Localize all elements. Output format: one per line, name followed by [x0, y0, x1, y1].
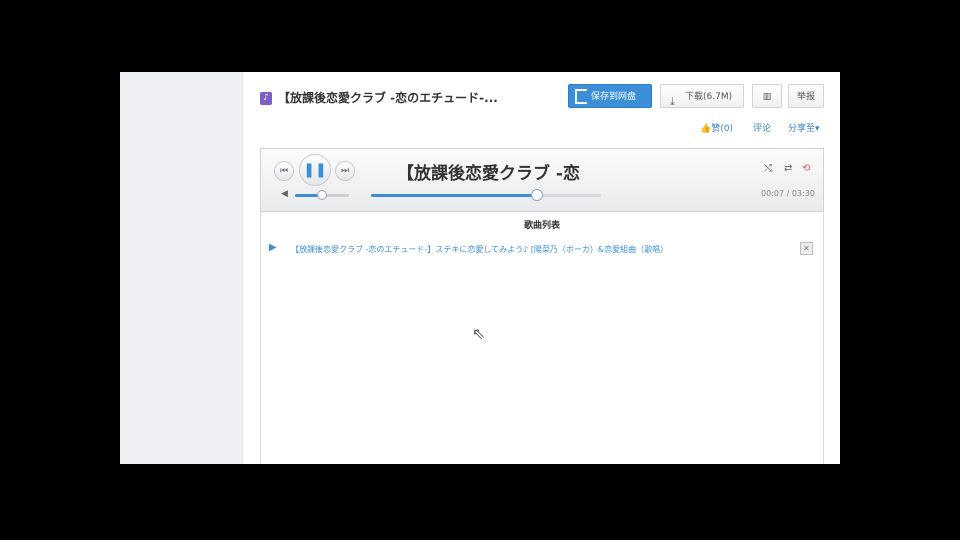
progress-knob[interactable]	[530, 189, 543, 201]
shuffle-icon[interactable]: ⤭	[764, 163, 772, 174]
playlist-panel: 歌曲列表 ▶ 【放課後恋愛クラブ -恋のエチュード-】ステキに恋愛してみよう♪ …	[260, 212, 824, 464]
music-file-icon: ♪	[260, 92, 272, 105]
mouse-cursor-icon: ⇖	[472, 324, 486, 343]
save-to-netdisk-button[interactable]: 保存到网盘	[568, 84, 652, 108]
repeat-icon[interactable]: ⟲	[802, 163, 810, 174]
report-button[interactable]: 举报	[788, 84, 824, 108]
like-link[interactable]: 👍赞(0)	[700, 121, 733, 134]
grid-icon: ▥	[762, 92, 772, 102]
comment-link[interactable]: 评论	[753, 121, 771, 134]
progress-bar[interactable]	[371, 189, 601, 201]
playlist-header: 歌曲列表	[523, 221, 560, 231]
pause-icon: ❚❚	[303, 162, 327, 178]
track-name: 【放課後恋愛クラブ -恋	[397, 164, 580, 184]
playlist-item[interactable]: ▶ 【放課後恋愛クラブ -恋のエチュード-】ステキに恋愛してみよう♪ [陽菜乃（…	[269, 242, 813, 258]
next-icon: ⏭	[340, 166, 350, 176]
download-button-label: 下载(6.7M)	[685, 92, 733, 102]
playlist-loop-icon[interactable]: ⇄	[784, 163, 792, 174]
time-display: 00:07 / 03:30	[761, 189, 815, 198]
previous-track-button[interactable]: ⏮	[274, 161, 294, 181]
play-indicator-icon: ▶	[269, 242, 277, 253]
report-button-label: 举报	[796, 92, 815, 102]
letterbox-top	[120, 0, 840, 72]
save-icon	[575, 89, 587, 104]
download-button[interactable]: ⤓ 下载(6.7M)	[660, 84, 744, 108]
next-track-button[interactable]: ⏭	[335, 161, 355, 181]
grid-button[interactable]: ▥	[752, 84, 782, 108]
screen: ♪ 【放課後恋愛クラブ -恋のエチュード-... 保存到网盘 ⤓ 下载(6.7M…	[120, 72, 840, 464]
audio-player: ⏮ ❚❚ ⏭ 【放課後恋愛クラブ -恋 ⤭ ⇄ ⟲ ◀ 00:07 / 03:3…	[260, 148, 824, 212]
playlist-item-title[interactable]: 【放課後恋愛クラブ -恋のエチュード-】ステキに恋愛してみよう♪ [陽菜乃（ボー…	[291, 244, 668, 255]
remove-item-button[interactable]: ✕	[800, 242, 813, 255]
letterbox-bottom	[120, 464, 840, 540]
pause-button[interactable]: ❚❚	[299, 154, 331, 186]
progress-fill	[371, 194, 537, 197]
previous-icon: ⏮	[279, 166, 289, 176]
share-link[interactable]: 分享至▾	[788, 121, 820, 134]
download-icon: ⤓	[670, 95, 675, 108]
file-title: 【放課後恋愛クラブ -恋のエチュード-...	[278, 91, 498, 105]
left-sidebar	[120, 72, 243, 464]
volume-knob[interactable]	[317, 190, 327, 200]
volume-slider[interactable]	[295, 190, 349, 200]
save-button-label: 保存到网盘	[591, 92, 637, 102]
volume-icon[interactable]: ◀	[281, 189, 288, 199]
